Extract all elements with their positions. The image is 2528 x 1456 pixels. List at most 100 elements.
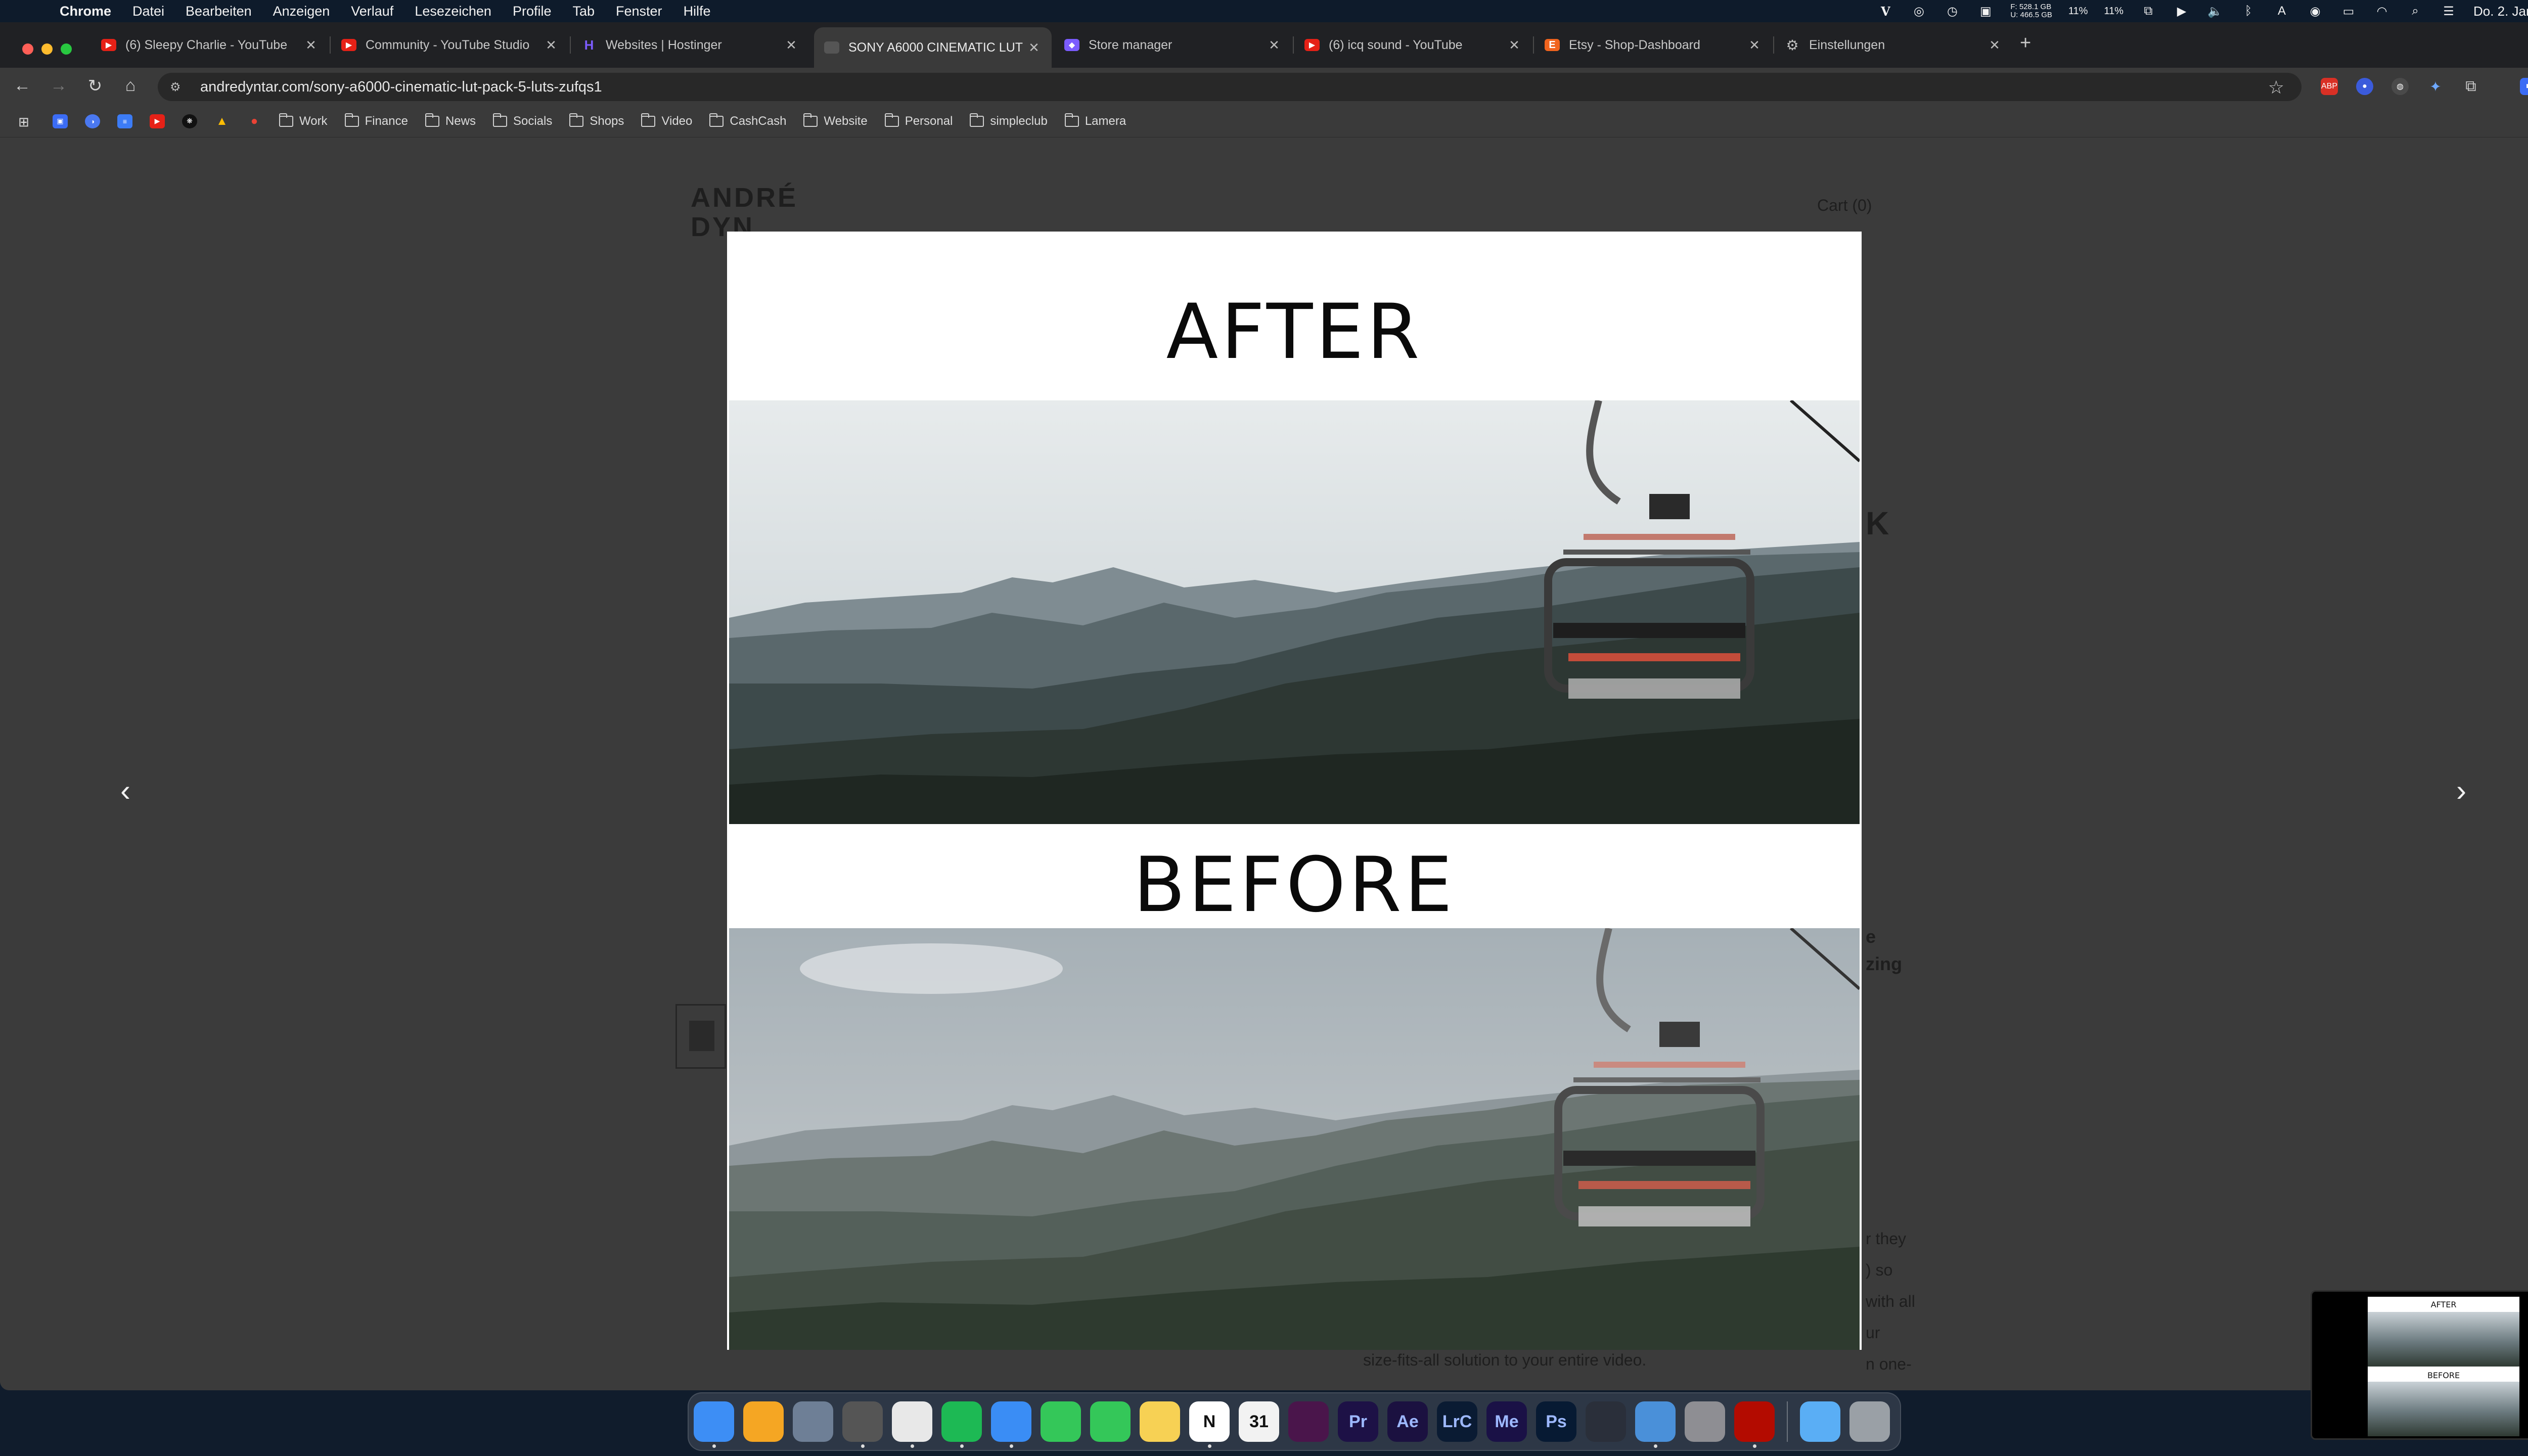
wifi-icon[interactable]: ◠ [2373, 5, 2390, 18]
menu-datei[interactable]: Datei [132, 4, 164, 19]
bookmark-folder-shops[interactable]: Shops [569, 113, 624, 128]
cart-link[interactable]: Cart (0) [1817, 196, 1872, 215]
vectorworks-icon[interactable]: V [1877, 4, 1894, 19]
close-window-button[interactable] [22, 43, 33, 55]
launchpad-dock-icon[interactable] [793, 1401, 833, 1442]
bookmark-folder-cashcash[interactable]: CashCash [709, 113, 786, 128]
battery-icon[interactable]: ▭ [2340, 5, 2357, 18]
downloads-folder-dock-icon[interactable] [1800, 1401, 1840, 1442]
bookmark-folder-simpleclub[interactable]: simpleclub [970, 113, 1048, 128]
bookmark-folder-socials[interactable]: Socials [492, 113, 552, 128]
forward-button[interactable]: → [49, 76, 69, 96]
messages-dock-icon[interactable] [1090, 1401, 1131, 1442]
google-drive-icon[interactable]: ▲ [214, 114, 230, 128]
bookmark-star-icon[interactable]: ☆ [2268, 77, 2284, 98]
bluetooth-icon[interactable]: ᛒ [2240, 4, 2257, 18]
lightroom-classic-dock-icon[interactable]: LrC [1437, 1401, 1477, 1442]
bookmark-folder-work[interactable]: Work [279, 113, 328, 128]
control-center-icon[interactable]: ☰ [2440, 5, 2457, 18]
notes-dock-icon[interactable] [1140, 1401, 1180, 1442]
minimize-window-button[interactable] [41, 43, 53, 55]
menu-profile[interactable]: Profile [513, 4, 552, 19]
back-button[interactable]: ← [12, 76, 32, 96]
home-button[interactable]: ⌂ [120, 76, 141, 96]
calendar-dock-icon[interactable]: 31 [1239, 1401, 1279, 1442]
menu-lesezeichen[interactable]: Lesezeichen [415, 4, 491, 19]
bookmark-folder-lamera[interactable]: Lamera [1064, 113, 1126, 128]
slack-dock-icon[interactable] [1288, 1401, 1329, 1442]
chrome-dock-icon[interactable] [892, 1401, 932, 1448]
bookmark-folder-video[interactable]: Video [641, 113, 692, 128]
tab-sleepy-charlie[interactable]: ▶ (6) Sleepy Charlie - YouTube ✕ [91, 27, 329, 63]
extension-icon[interactable]: ● [2356, 78, 2373, 95]
close-tab-icon[interactable]: ✕ [1987, 37, 2002, 53]
extension-icon[interactable]: ◍ [2391, 78, 2409, 95]
tab-icq-sound[interactable]: ▶ (6) icq sound - YouTube ✕ [1294, 27, 1532, 63]
timer-icon[interactable]: ◷ [1944, 5, 1961, 18]
tab-etsy[interactable]: E Etsy - Shop-Dashboard ✕ [1534, 27, 1772, 63]
chatgpt-icon[interactable]: ❋ [182, 114, 197, 128]
premiere-pro-dock-icon[interactable]: Pr [1338, 1401, 1378, 1442]
reload-button[interactable]: ↻ [85, 76, 105, 96]
picture-in-picture-window[interactable]: AFTER BEFORE [2311, 1290, 2528, 1440]
trash-dock-icon[interactable] [1849, 1401, 1890, 1442]
profile-avatar[interactable]: ■ [2520, 78, 2528, 95]
next-image-arrow-icon[interactable]: › [2451, 776, 2471, 806]
address-bar[interactable]: ⚙ andredyntar.com/sony-a6000-cinematic-l… [158, 73, 2301, 101]
site-info-icon[interactable]: ⚙ [170, 80, 190, 95]
menu-anzeigen[interactable]: Anzeigen [273, 4, 330, 19]
close-tab-icon[interactable]: ✕ [784, 37, 799, 53]
new-tab-button[interactable]: + [2020, 32, 2031, 54]
extension-icon[interactable]: ✦ [2427, 78, 2444, 95]
menu-fenster[interactable]: Fenster [616, 4, 662, 19]
creative-cloud-icon[interactable]: ◎ [1910, 5, 1927, 18]
close-tab-icon[interactable]: ✕ [1507, 37, 1522, 53]
app-status-icon[interactable]: ▣ [1977, 5, 1994, 18]
acrobat-dock-icon[interactable] [1734, 1401, 1775, 1448]
user-icon[interactable]: ◉ [2307, 5, 2324, 18]
photos-dock-icon[interactable] [743, 1401, 784, 1442]
tab-einstellungen[interactable]: ⚙ Einstellungen ✕ [1775, 27, 2012, 63]
close-tab-icon[interactable]: ✕ [544, 37, 559, 53]
bookmark-folder-finance[interactable]: Finance [344, 113, 408, 128]
bookmark-icon[interactable]: ▣ [53, 114, 68, 128]
google-docs-icon[interactable]: ≡ [117, 114, 132, 128]
apps-grid-icon[interactable]: ⊞ [18, 114, 35, 129]
menu-bearbeiten[interactable]: Bearbeiten [186, 4, 252, 19]
menu-tab[interactable]: Tab [572, 4, 595, 19]
system-settings-dock-icon[interactable] [1685, 1401, 1725, 1442]
mail-dock-icon[interactable] [991, 1401, 1031, 1448]
finder-dock-icon[interactable] [694, 1401, 734, 1448]
tab-youtube-studio[interactable]: ▶ Community - YouTube Studio ✕ [331, 27, 569, 63]
play-icon[interactable]: ▶ [2173, 5, 2190, 18]
menu-hilfe[interactable]: Hilfe [684, 4, 711, 19]
clock[interactable]: Do. 2. Jan. 18:38 [2473, 4, 2528, 19]
spotify-dock-icon[interactable] [941, 1401, 982, 1448]
google-maps-icon[interactable]: ● [247, 114, 262, 128]
close-tab-icon[interactable]: ✕ [1747, 37, 1762, 53]
menu-verlauf[interactable]: Verlauf [351, 4, 393, 19]
extensions-puzzle-icon[interactable]: ⧉ [2462, 78, 2479, 95]
text-input-icon[interactable]: A [2273, 4, 2290, 18]
notion-dock-icon[interactable]: N [1189, 1401, 1230, 1448]
bookmark-folder-news[interactable]: News [425, 113, 476, 128]
tab-hostinger[interactable]: H Websites | Hostinger ✕ [571, 27, 809, 63]
photoshop-dock-icon[interactable]: Ps [1536, 1401, 1576, 1442]
youtube-bookmark-icon[interactable]: ▶ [150, 114, 165, 128]
adblock-extension-icon[interactable]: ABP [2321, 78, 2338, 95]
after-effects-dock-icon[interactable]: Ae [1387, 1401, 1428, 1442]
close-tab-icon[interactable]: ✕ [1026, 40, 1042, 56]
close-tab-icon[interactable]: ✕ [1267, 37, 1282, 53]
previous-image-arrow-icon[interactable]: ‹ [115, 776, 136, 806]
menu-app-name[interactable]: Chrome [60, 4, 111, 19]
tab-store-manager[interactable]: ◆ Store manager ✕ [1054, 27, 1292, 63]
bookmark-folder-website[interactable]: Website [803, 113, 868, 128]
bookmark-folder-personal[interactable]: Personal [884, 113, 953, 128]
preview-dock-icon[interactable] [1635, 1401, 1676, 1448]
volume-icon[interactable]: 🔈 [2206, 5, 2224, 18]
tab-sony-a6000[interactable]: SONY A6000 CINEMATIC LUT ✕ [814, 27, 1052, 68]
product-thumbnail[interactable] [675, 1004, 726, 1069]
close-tab-icon[interactable]: ✕ [303, 37, 319, 53]
facetime-dock-icon[interactable] [1041, 1401, 1081, 1442]
zoom-window-button[interactable] [61, 43, 72, 55]
